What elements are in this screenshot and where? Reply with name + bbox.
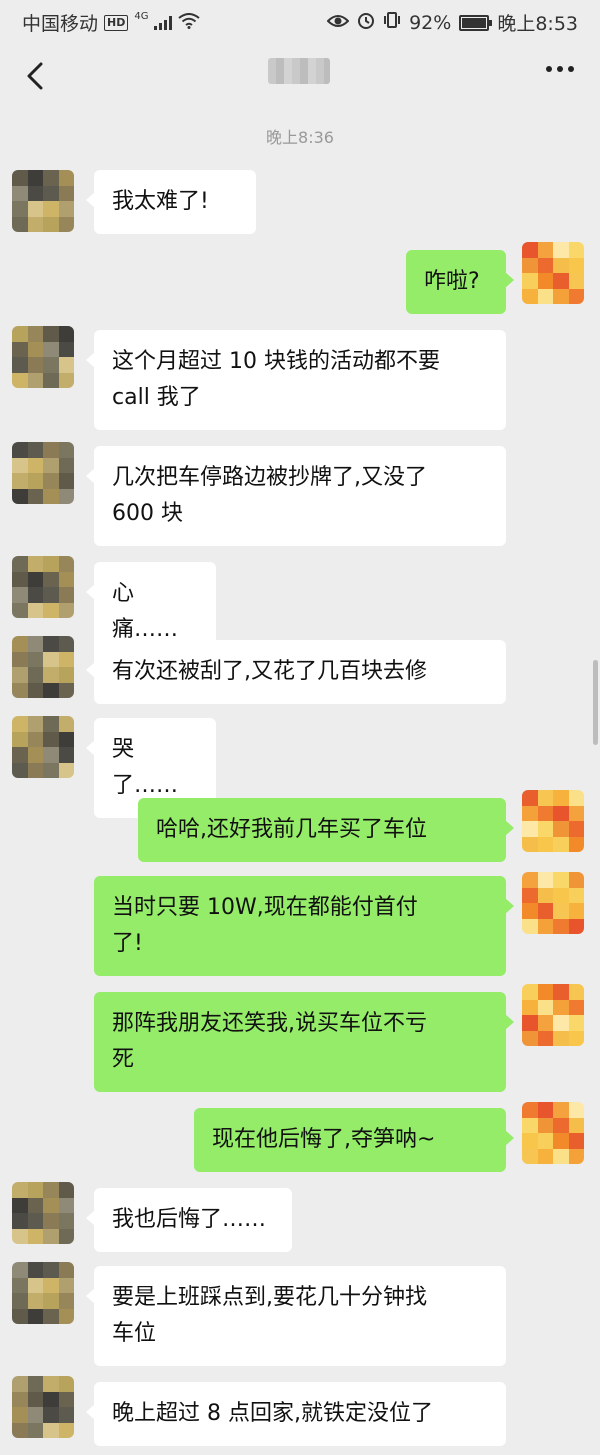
contact-avatar[interactable]	[12, 1376, 74, 1438]
message-bubble[interactable]: 咋啦?	[406, 250, 514, 314]
self-avatar[interactable]	[522, 1102, 584, 1164]
contact-avatar[interactable]	[12, 636, 74, 698]
contact-name-blurred	[268, 58, 330, 84]
battery-percent: 92%	[409, 11, 452, 34]
message-bubble[interactable]: 现在他后悔了,夺笋呐~	[194, 1108, 514, 1172]
hd-badge: HD	[104, 14, 129, 31]
contact-avatar[interactable]	[12, 556, 74, 618]
contact-avatar[interactable]	[12, 716, 74, 778]
message-bubble[interactable]: 那阵我朋友还笑我,说买车位不亏 死	[94, 992, 514, 1092]
status-bar: 中国移动 HD 4G 92% 晚上8:53	[0, 0, 600, 42]
contact-avatar[interactable]	[12, 1182, 74, 1244]
message-bubble[interactable]: 当时只要 10W,现在都能付首付 了!	[94, 876, 514, 976]
contact-avatar[interactable]	[12, 170, 74, 232]
message-bubble[interactable]: 这个月超过 10 块钱的活动都不要 call 我了	[86, 330, 506, 430]
signal-icon	[154, 15, 173, 30]
self-avatar[interactable]	[522, 872, 584, 934]
battery-icon	[459, 14, 493, 31]
self-avatar[interactable]	[522, 984, 584, 1046]
message-bubble[interactable]: 要是上班踩点到,要花几十分钟找 车位	[86, 1266, 506, 1366]
contact-avatar[interactable]	[12, 326, 74, 388]
message-bubble[interactable]: 我也后悔了……	[86, 1188, 292, 1252]
alarm-icon	[357, 11, 375, 34]
message-bubble[interactable]: 晚上超过 8 点回家,就铁定没位了	[86, 1382, 506, 1446]
message-bubble[interactable]: 哈哈,还好我前几年买了车位	[138, 798, 514, 862]
contact-avatar[interactable]	[12, 442, 74, 504]
message-bubble[interactable]: 有次还被刮了,又花了几百块去修	[86, 640, 506, 704]
more-horizontal-icon[interactable]	[546, 66, 574, 72]
contact-avatar[interactable]	[12, 1262, 74, 1324]
chat-timestamp: 晚上8:36	[266, 128, 334, 147]
chevron-left-icon[interactable]	[20, 58, 50, 94]
carrier-label: 中国移动	[22, 13, 99, 35]
chat-header	[0, 42, 600, 112]
eye-icon	[326, 12, 350, 34]
self-avatar[interactable]	[522, 790, 584, 852]
message-bubble[interactable]: 几次把车停路边被抄牌了,又没了 600 块	[86, 446, 506, 546]
scrollbar[interactable]	[593, 660, 598, 745]
clock: 晚上8:53	[497, 13, 578, 35]
wifi-icon	[178, 12, 201, 34]
network-type: 4G	[134, 11, 149, 22]
message-bubble[interactable]: 我太难了!	[86, 170, 256, 234]
vibrate-icon	[383, 11, 401, 34]
self-avatar[interactable]	[522, 242, 584, 304]
